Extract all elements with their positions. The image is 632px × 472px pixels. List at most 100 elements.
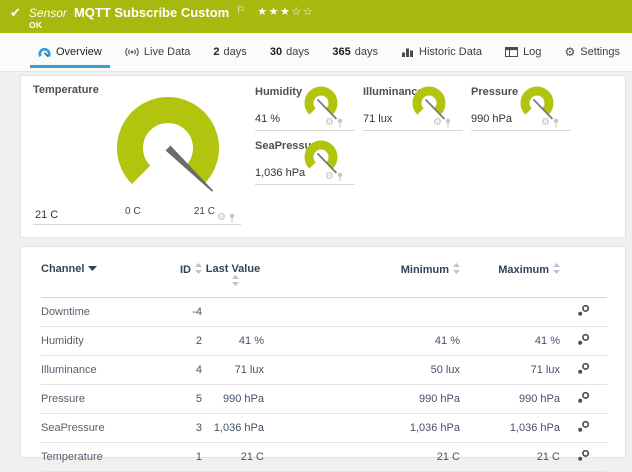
gauge-scale-min: 0 C	[125, 206, 141, 217]
tab-range-number: 2	[213, 46, 219, 58]
channel-name: Illuminance	[41, 356, 159, 385]
table-header-row: Channel ID Last Value Minimum Maximum	[41, 247, 607, 298]
edit-channel-icon[interactable]	[577, 333, 590, 346]
sensor-kind-label: Sensor	[29, 6, 67, 20]
tab-range-number: 365	[332, 46, 350, 58]
channel-name: Temperature	[41, 443, 159, 472]
sort-desc-icon	[88, 266, 97, 271]
star-filled-icon[interactable]: ★	[269, 6, 280, 18]
gauge-settings-gear-icon[interactable]: ⚙	[325, 172, 334, 182]
mini-gauge-card-pressure[interactable]: Pressure 990 hPa ⚙	[471, 84, 579, 131]
channel-name: SeaPressure	[41, 414, 159, 443]
star-empty-icon[interactable]: ☆	[303, 6, 314, 18]
gauge-current-value: 1,036 hPa	[255, 167, 305, 179]
gauge-settings-gear-icon[interactable]: ⚙	[217, 213, 226, 223]
status-badge: OK	[29, 20, 42, 30]
channel-minimum: 50 lux	[264, 356, 460, 385]
column-header-id[interactable]: ID	[159, 247, 202, 298]
sensor-status-banner: ✔ Sensor MQTT Subscribe Custom ⚐ ★★★☆☆ O…	[0, 0, 632, 33]
tab-settings[interactable]: ⚙Settings	[554, 33, 630, 71]
tab-label: Historic Data	[419, 46, 482, 58]
gauge-current-value: 71 lux	[363, 113, 392, 125]
edit-channel-icon[interactable]	[577, 304, 590, 317]
column-header-last-value[interactable]: Last Value	[202, 247, 264, 298]
gauge-pin-icon[interactable]	[229, 213, 235, 223]
tab-range-number: 30	[270, 46, 282, 58]
sort-both-icon	[553, 263, 560, 274]
channel-maximum: 1,036 hPa	[460, 414, 560, 443]
chart-icon	[401, 47, 414, 57]
secondary-gauges-grid: Humidity 41 % ⚙ Illuminance 71 lux ⚙	[255, 84, 579, 237]
mini-gauge-card-illuminance[interactable]: Illuminance 71 lux ⚙	[363, 84, 471, 131]
channel-id: 4	[159, 356, 202, 385]
channel-id: 5	[159, 385, 202, 414]
sort-both-icon	[453, 263, 460, 274]
priority-flag-icon[interactable]: ⚐	[236, 5, 245, 16]
column-header-minimum[interactable]: Minimum	[264, 247, 460, 298]
channel-last-value: 41 %	[202, 327, 264, 356]
gauge-settings-gear-icon[interactable]: ⚙	[325, 118, 334, 128]
tab-label: Log	[523, 46, 541, 58]
edit-channel-icon[interactable]	[577, 391, 590, 404]
channel-maximum: 21 C	[460, 443, 560, 472]
channel-last-value	[202, 298, 264, 327]
gauge-pin-icon[interactable]	[553, 118, 559, 128]
gauge-scale-max: 21 C	[194, 206, 215, 217]
channel-maximum: 71 lux	[460, 356, 560, 385]
mini-gauge-divider: SeaPressure 1,036 hPa ⚙	[255, 138, 355, 185]
column-header-maximum[interactable]: Maximum	[460, 247, 560, 298]
sensor-title: MQTT Subscribe Custom	[74, 5, 229, 20]
channel-id: 1	[159, 443, 202, 472]
star-filled-icon[interactable]: ★	[280, 6, 291, 18]
gauge-settings-gear-icon[interactable]: ⚙	[433, 118, 442, 128]
edit-channel-icon[interactable]	[577, 449, 590, 462]
star-filled-icon[interactable]: ★	[257, 6, 268, 18]
priority-stars[interactable]: ★★★☆☆	[257, 7, 314, 18]
channel-last-value: 71 lux	[202, 356, 264, 385]
tab-log[interactable]: Log	[495, 33, 551, 71]
table-row-seapressure: SeaPressure 3 1,036 hPa 1,036 hPa 1,036 …	[41, 414, 607, 443]
edit-channel-icon[interactable]	[577, 362, 590, 375]
sort-both-icon	[232, 275, 239, 286]
table-row-downtime: Downtime -4	[41, 298, 607, 327]
tab-overview[interactable]: Overview	[28, 33, 112, 71]
gauge-settings-gear-icon[interactable]: ⚙	[541, 118, 550, 128]
tab-label: Live Data	[144, 46, 190, 58]
table-row-pressure: Pressure 5 990 hPa 990 hPa 990 hPa	[41, 385, 607, 414]
channel-maximum: 41 %	[460, 327, 560, 356]
tab-2-days[interactable]: 2days	[203, 33, 256, 71]
star-empty-icon[interactable]: ☆	[291, 6, 302, 18]
tab-bar: Overview Live Data 2days 30 days 365days Histo…	[0, 33, 632, 72]
mini-gauge-card-seapressure[interactable]: SeaPressure 1,036 hPa ⚙	[255, 138, 363, 185]
tab-live-data[interactable]: Live Data	[115, 33, 200, 71]
channel-maximum: 990 hPa	[460, 385, 560, 414]
channel-minimum: 1,036 hPa	[264, 414, 460, 443]
mini-gauge-divider: Illuminance 71 lux ⚙	[363, 84, 463, 131]
gauge-pin-icon[interactable]	[337, 118, 343, 128]
gauge-pin-icon[interactable]	[445, 118, 451, 128]
column-header-edit	[560, 247, 607, 298]
temperature-gauge	[98, 90, 238, 208]
tab-label: days	[286, 46, 309, 58]
tab-historic-data[interactable]: Historic Data	[391, 33, 492, 71]
tab-365-days[interactable]: 365days	[322, 33, 388, 71]
edit-channel-icon[interactable]	[577, 420, 590, 433]
gauge-current-value: 990 hPa	[471, 113, 512, 125]
gauges-panel: Temperature 0 C 21 C 21 C ⚙ Humidity 41 …	[20, 75, 626, 238]
channel-name: Pressure	[41, 385, 159, 414]
gauge-pin-icon[interactable]	[337, 172, 343, 182]
mini-gauge-divider: Humidity 41 % ⚙	[255, 84, 355, 131]
tab-30-days[interactable]: 30 days	[260, 33, 320, 71]
column-header-channel[interactable]: Channel	[41, 247, 159, 298]
broadcast-icon	[125, 47, 139, 57]
mini-gauge-card-humidity[interactable]: Humidity 41 % ⚙	[255, 84, 363, 131]
primary-gauge-card-temperature[interactable]: Temperature 0 C 21 C 21 C ⚙	[33, 84, 241, 225]
table-row-temperature: Temperature 1 21 C 21 C 21 C	[41, 443, 607, 472]
channel-id: 3	[159, 414, 202, 443]
gauge-title: Pressure	[471, 86, 518, 98]
channel-maximum	[460, 298, 560, 327]
channel-minimum: 21 C	[264, 443, 460, 472]
gauge-current-value: 41 %	[255, 113, 280, 125]
gauge-current-value: 21 C	[35, 209, 58, 221]
channels-table: Channel ID Last Value Minimum Maximum Do…	[41, 247, 607, 472]
